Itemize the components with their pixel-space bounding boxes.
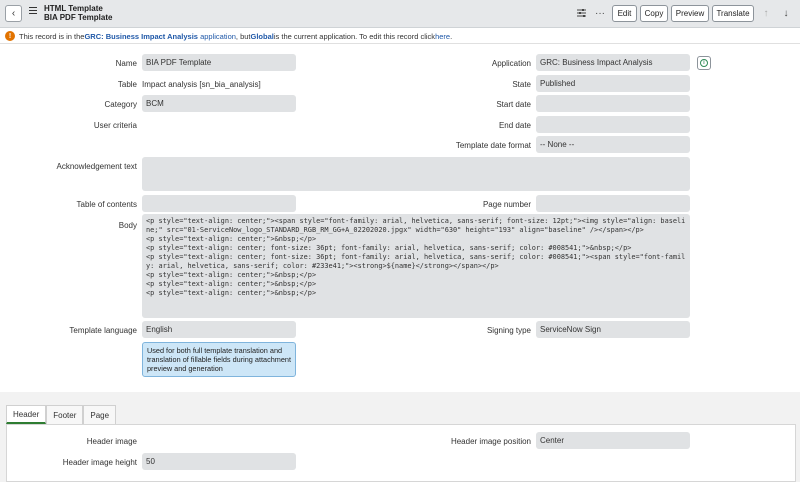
acknowledgement-text-field[interactable] bbox=[142, 157, 690, 191]
start-date-field[interactable] bbox=[536, 95, 690, 112]
banner-text-end: . bbox=[450, 31, 453, 41]
chevron-left-icon: ‹ bbox=[11, 8, 16, 19]
template-date-format-select[interactable]: -- None -- bbox=[536, 136, 690, 153]
banner-scope-name: Global bbox=[250, 31, 274, 41]
record-name-title: BIA PDF Template bbox=[44, 13, 113, 22]
header-image-position-field[interactable]: Center bbox=[536, 432, 690, 449]
warning-icon: ! bbox=[5, 31, 15, 41]
template-language-label: Template language bbox=[69, 326, 137, 335]
state-field[interactable]: Published bbox=[536, 75, 690, 92]
tab-page[interactable]: Page bbox=[83, 405, 117, 424]
user-criteria-label: User criteria bbox=[93, 121, 137, 130]
header-image-position-label: Header image position bbox=[450, 437, 531, 446]
arrow-up-icon[interactable]: ↑ bbox=[760, 6, 772, 20]
tab-footer[interactable]: Footer bbox=[46, 405, 84, 424]
signing-type-label: Signing type bbox=[486, 326, 531, 335]
table-label: Table bbox=[117, 80, 137, 89]
signing-type-field[interactable]: ServiceNow Sign bbox=[536, 321, 690, 338]
preview-button[interactable]: Preview bbox=[671, 5, 709, 22]
template-date-format-label: Template date format bbox=[455, 141, 531, 150]
copy-button[interactable]: Copy bbox=[640, 5, 668, 22]
table-of-contents-label: Table of contents bbox=[76, 200, 137, 209]
record-header: ‹ HTML Template BIA PDF Template ··· Edi… bbox=[0, 0, 800, 28]
page-number-field[interactable] bbox=[536, 195, 690, 212]
arrow-down-icon[interactable]: ↓ bbox=[780, 6, 792, 20]
edit-button[interactable]: Edit bbox=[612, 5, 637, 22]
body-html-field[interactable]: <p style="text-align: center;"><span sty… bbox=[142, 214, 690, 318]
tab-bar: Header Footer Page bbox=[6, 405, 117, 424]
hamburger-icon[interactable] bbox=[29, 7, 37, 15]
template-language-field[interactable]: English bbox=[142, 321, 296, 338]
banner-text-middle: , but bbox=[235, 31, 251, 41]
more-horizontal-icon[interactable]: ··· bbox=[594, 6, 606, 20]
application-info-button[interactable]: i bbox=[697, 56, 711, 70]
name-label: Name bbox=[115, 59, 137, 68]
application-field[interactable]: GRC: Business Impact Analysis bbox=[536, 54, 690, 71]
record-title: HTML Template BIA PDF Template bbox=[44, 4, 112, 22]
category-field[interactable]: BCM bbox=[142, 95, 296, 112]
translate-button[interactable]: Translate bbox=[712, 5, 754, 22]
banner-text-suffix: is the current application. To edit this… bbox=[273, 31, 436, 41]
body-label: Body bbox=[118, 221, 137, 230]
tab-header[interactable]: Header bbox=[6, 405, 47, 424]
banner-app-name: GRC: Business Impact Analysis bbox=[84, 31, 198, 41]
scope-warning-banner: ! This record is in the GRC: Business Im… bbox=[0, 29, 800, 44]
page-number-label: Page number bbox=[482, 200, 531, 209]
back-button[interactable]: ‹ bbox=[5, 5, 22, 22]
acknowledgement-text-label: Acknowledgement text bbox=[56, 162, 138, 171]
end-date-label: End date bbox=[498, 121, 531, 130]
banner-application-link[interactable]: application bbox=[200, 32, 236, 41]
start-date-label: Start date bbox=[496, 100, 531, 109]
header-image-height-field[interactable]: 50 bbox=[142, 453, 296, 470]
banner-here-link[interactable]: here bbox=[435, 32, 450, 41]
state-label: State bbox=[512, 80, 531, 89]
end-date-field[interactable] bbox=[536, 116, 690, 133]
record-type-title: HTML Template bbox=[44, 4, 103, 13]
header-image-label: Header image bbox=[86, 437, 137, 446]
header-image-height-label: Header image height bbox=[62, 458, 137, 467]
banner-text-prefix: This record is in the bbox=[19, 31, 85, 41]
sliders-icon[interactable] bbox=[575, 6, 587, 20]
table-value: Impact analysis [sn_bia_analysis] bbox=[142, 80, 261, 89]
name-field[interactable]: BIA PDF Template bbox=[142, 54, 296, 71]
table-of-contents-field[interactable] bbox=[142, 195, 296, 212]
category-label: Category bbox=[104, 100, 137, 109]
info-icon: i bbox=[700, 59, 708, 67]
template-language-help-text: Used for both full template translation … bbox=[142, 342, 296, 377]
application-label: Application bbox=[491, 59, 531, 68]
